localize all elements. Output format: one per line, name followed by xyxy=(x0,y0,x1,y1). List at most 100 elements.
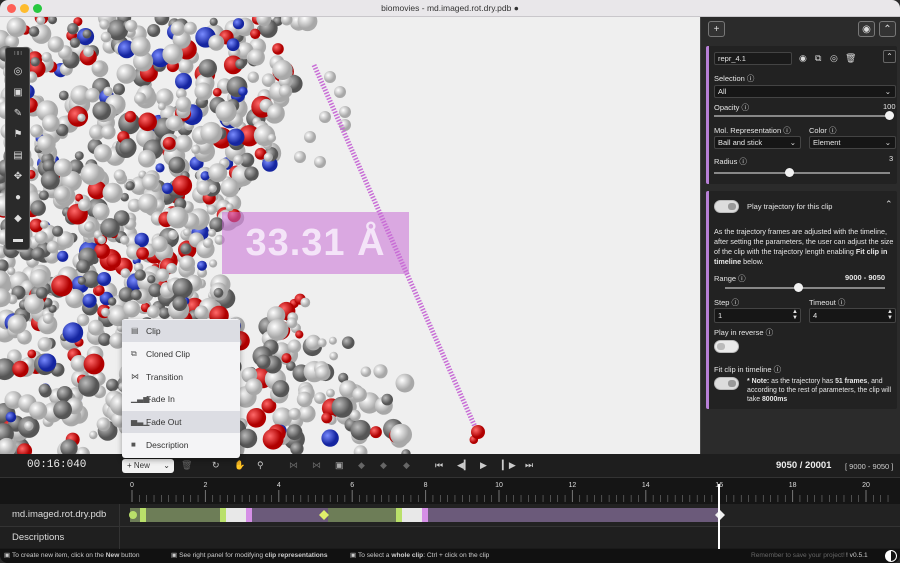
collapse-icon[interactable]: ⌃ xyxy=(883,50,896,63)
minimize-window-button[interactable] xyxy=(20,4,29,13)
menu-item-description[interactable]: ■ Description xyxy=(122,434,240,456)
target-icon[interactable]: ◎ xyxy=(10,63,26,79)
trash-icon[interactable]: 🗑 xyxy=(845,53,856,64)
menu-item-fade-out[interactable]: ▅▃▁ Fade Out xyxy=(122,411,240,434)
collapse-icon[interactable]: ⌃ xyxy=(885,199,893,210)
fade-marker[interactable] xyxy=(140,508,146,522)
keyframe-add-icon[interactable]: ◆ xyxy=(380,460,387,472)
hand-icon[interactable]: ✋ xyxy=(234,460,245,472)
collapse-all-icon[interactable]: ⌃ xyxy=(879,21,896,37)
camera-icon[interactable]: ▣ xyxy=(335,460,344,472)
keyframe-remove-icon[interactable]: ◆ xyxy=(403,460,410,472)
fade-marker[interactable] xyxy=(422,508,428,522)
trash-icon[interactable]: 🗑 xyxy=(181,460,192,472)
track-name[interactable]: Descriptions xyxy=(0,527,120,549)
zoom-icon[interactable]: ⚲ xyxy=(257,460,264,472)
menu-item-cloned-clip[interactable]: ⧉ Cloned Clip xyxy=(122,343,240,365)
opacity-value: 100 xyxy=(883,102,896,111)
new-item-button[interactable]: + New ⌄ xyxy=(122,459,174,473)
transition-block[interactable] xyxy=(225,508,249,522)
zoom-window-button[interactable] xyxy=(33,4,42,13)
ruler-tick-label: 6 xyxy=(350,482,354,489)
selection-select[interactable]: All ⌄ xyxy=(714,85,896,98)
radius-slider-knob[interactable] xyxy=(785,168,794,177)
eye-icon[interactable]: ◉ xyxy=(858,21,875,37)
repr-name-field[interactable]: repr_4.1 xyxy=(714,52,792,65)
ruler-icon[interactable]: ✎ xyxy=(10,105,26,121)
hint-right-panel: ▣ See right panel for modifying clip rep… xyxy=(171,552,328,559)
clip-segment[interactable] xyxy=(328,508,398,522)
ruler-tick-label: 14 xyxy=(642,482,650,489)
keyframe-icon[interactable]: ◆ xyxy=(358,460,365,472)
fade-marker[interactable] xyxy=(246,508,252,522)
range-slider-track[interactable] xyxy=(725,287,885,289)
track-row[interactable]: md.imaged.rot.dry.pdb xyxy=(0,504,900,526)
image-icon[interactable]: ▣ xyxy=(10,84,26,100)
mol-repr-select[interactable]: Ball and stick ⌄ xyxy=(714,136,801,149)
radius-label: Radius ⓘ xyxy=(714,157,747,166)
menu-item-fade-in[interactable]: ▁▃▅ Fade In xyxy=(122,388,240,410)
menu-icon[interactable]: ▬ xyxy=(10,231,26,247)
color-label: Color ⓘ xyxy=(809,126,837,135)
menu-item-label: Fade Out xyxy=(146,417,182,428)
stepper-icon[interactable]: ▲ ▼ xyxy=(792,309,798,321)
ruler-tick-label: 2 xyxy=(203,482,207,489)
mol-repr-value: Ball and stick xyxy=(718,138,763,147)
comment-icon[interactable]: ● xyxy=(10,189,26,205)
film-icon: ▤ xyxy=(131,326,139,335)
range-slider-knob[interactable] xyxy=(794,283,803,292)
playhead[interactable] xyxy=(718,484,721,549)
ruler-tick-label: 10 xyxy=(495,482,503,489)
move-icon[interactable]: ✥ xyxy=(10,168,26,184)
app-window: biomovies - md.imaged.rot.dry.pdb ● 33.3… xyxy=(0,0,900,563)
play-trajectory-label: Play trajectory for this clip xyxy=(747,202,833,211)
diamond-icon[interactable]: ◆ xyxy=(10,210,26,226)
track-name[interactable]: md.imaged.rot.dry.pdb xyxy=(0,504,120,526)
time-display: 00:16:040 xyxy=(27,459,87,471)
tag-icon[interactable]: ⚑ xyxy=(10,126,26,142)
transition-icon[interactable]: ⋈ xyxy=(289,460,298,472)
molecule-viewport[interactable]: 33.31 Å ∷∷ ◎ ▣ ✎ ⚑ ▤ ✥ ● ◆ ▬ xyxy=(0,17,700,454)
play-icon[interactable]: ▶ xyxy=(480,460,487,472)
track-clips[interactable] xyxy=(120,504,900,526)
fit-clip-toggle[interactable] xyxy=(714,377,739,390)
add-representation-button[interactable]: + xyxy=(708,21,725,37)
redo-icon[interactable]: ↻ xyxy=(212,460,220,472)
opacity-slider-knob[interactable] xyxy=(885,111,894,120)
reverse-label: Play in reverse ⓘ xyxy=(714,328,774,337)
transition-block[interactable] xyxy=(402,508,424,522)
timeout-input[interactable]: 4 ▲ ▼ xyxy=(809,308,896,323)
close-window-button[interactable] xyxy=(7,4,16,13)
play-reverse-toggle[interactable] xyxy=(714,340,739,353)
chevron-down-icon: ⌄ xyxy=(884,87,891,96)
keyframe-dot[interactable] xyxy=(129,511,137,519)
step-forward-icon[interactable]: ▎▶ xyxy=(502,460,516,472)
range-label: Range ⓘ xyxy=(714,274,746,283)
radius-slider-track[interactable] xyxy=(714,172,890,174)
step-back-icon[interactable]: ◀▎ xyxy=(457,460,471,472)
track-row[interactable]: Descriptions xyxy=(0,526,900,549)
theme-toggle-icon[interactable] xyxy=(885,550,897,562)
menu-item-transition[interactable]: ⋈ Transition xyxy=(122,366,240,388)
target-icon[interactable]: ◎ xyxy=(830,53,838,64)
skip-start-icon[interactable]: ⏮ xyxy=(435,460,443,472)
calendar-icon[interactable]: ▤ xyxy=(10,147,26,163)
menu-item-clip[interactable]: ▤ Clip xyxy=(122,320,240,342)
eye-icon[interactable]: ◉ xyxy=(799,53,807,64)
merge-icon[interactable]: ⋈ xyxy=(312,460,321,472)
status-bar: ▣ To create new item, click on the New b… xyxy=(0,549,900,563)
stepper-icon[interactable]: ▲ ▼ xyxy=(887,309,893,321)
timeline-ruler[interactable]: 02468101214161820 xyxy=(0,478,900,504)
duplicate-icon[interactable]: ⧉ xyxy=(815,53,821,64)
fit-label: Fit clip in timeline ⓘ xyxy=(714,365,782,374)
step-input[interactable]: 1 ▲ ▼ xyxy=(714,308,801,323)
skip-end-icon[interactable]: ⏭ xyxy=(525,460,533,472)
comment-icon: ■ xyxy=(131,440,136,449)
opacity-slider-track[interactable] xyxy=(714,115,890,117)
drag-handle-icon[interactable]: ∷∷ xyxy=(10,49,26,57)
play-trajectory-toggle[interactable] xyxy=(714,200,739,213)
fade-marker[interactable] xyxy=(220,508,226,522)
fade-marker[interactable] xyxy=(396,508,402,522)
color-select[interactable]: Element ⌄ xyxy=(809,136,896,149)
timeout-value: 4 xyxy=(813,311,818,320)
